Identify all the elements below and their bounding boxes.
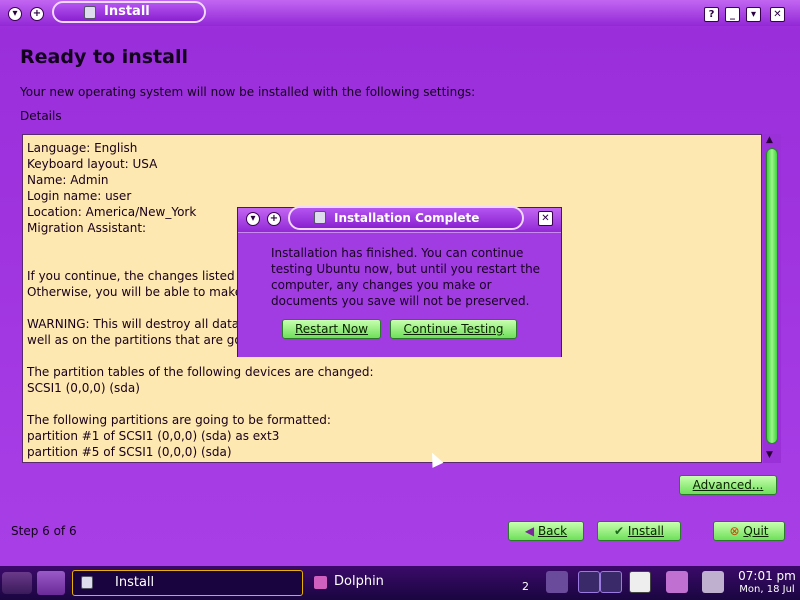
quit-icon: ⊗ (729, 524, 744, 538)
close-button[interactable]: ✕ (770, 7, 785, 22)
details-line: SCSI1 (0,0,0) (sda) (27, 381, 140, 395)
pager-icon[interactable] (578, 571, 600, 593)
dialog-titlebar: ▾ + Installation Complete ✕ (238, 206, 561, 232)
intro-text: Your new operating system will now be in… (20, 85, 476, 99)
clipboard-icon[interactable] (629, 571, 651, 593)
window-sticky-button[interactable]: + (30, 7, 44, 21)
details-line: The partition tables of the following de… (27, 365, 374, 379)
details-line: Language: English (27, 141, 138, 155)
back-arrow-icon: ◀ (524, 524, 538, 538)
dialog-body: Installation has finished. You can conti… (238, 232, 561, 357)
scroll-up-icon[interactable]: ▲ (766, 135, 773, 145)
clock-time: 07:01 pm (738, 569, 796, 583)
quit-button[interactable]: ⊗ Quit (713, 521, 785, 541)
details-line: partition #5 of SCSI1 (0,0,0) (sda) (27, 445, 232, 459)
details-line: partition #1 of SCSI1 (0,0,0) (sda) as e… (27, 429, 280, 443)
window-title: Install (104, 4, 150, 19)
back-button[interactable]: ◀ Back (508, 521, 584, 541)
installation-complete-dialog: ▾ + Installation Complete ✕ Installation… (237, 206, 562, 357)
page-title: Ready to install (20, 46, 188, 68)
shade-button[interactable]: ▾ (746, 7, 761, 22)
minimize-button[interactable]: _ (725, 7, 740, 22)
dialog-menu-button[interactable]: ▾ (246, 212, 260, 226)
continue-testing-button[interactable]: Continue Testing (390, 319, 517, 339)
step-indicator: Step 6 of 6 (11, 524, 77, 538)
dialog-sticky-button[interactable]: + (267, 212, 281, 226)
installer-icon (314, 211, 326, 224)
dialog-title: Installation Complete (334, 211, 480, 225)
dolphin-icon (314, 576, 327, 589)
details-label: Details (20, 109, 62, 123)
advanced-button[interactable]: Advanced... (679, 475, 777, 495)
mount-icon[interactable] (666, 571, 688, 593)
details-line (27, 396, 757, 412)
checkmark-icon: ✔ (614, 524, 628, 538)
window-menu-button[interactable]: ▾ (8, 7, 22, 21)
home-folder-icon[interactable] (37, 571, 65, 595)
window-title-pill[interactable]: Install (52, 1, 206, 23)
clock-date: Mon, 18 Jul (739, 584, 795, 595)
scroll-down-icon[interactable]: ▼ (766, 450, 773, 460)
details-line: Keyboard layout: USA (27, 157, 158, 171)
restart-now-button[interactable]: Restart Now (282, 319, 381, 339)
details-line: Login name: user (27, 189, 132, 203)
dialog-close-button[interactable]: ✕ (538, 211, 553, 226)
window-titlebar: ▾ + Install ? _ ▾ ✕ (0, 0, 800, 26)
installer-icon (84, 6, 96, 19)
details-line: Name: Admin (27, 173, 109, 187)
installer-icon (81, 576, 93, 589)
details-line: The following partitions are going to be… (27, 413, 331, 427)
network-icon[interactable] (546, 571, 568, 593)
tools-icon[interactable] (702, 571, 724, 593)
details-scrollbar[interactable]: ▲ ▼ (763, 134, 781, 463)
desktop-number[interactable]: 2 (522, 580, 529, 593)
pager-grid-icon[interactable] (600, 571, 622, 593)
task-dolphin[interactable]: Dolphin (306, 570, 516, 596)
task-install[interactable]: Install (72, 570, 303, 596)
taskbar: Install Dolphin 2 07:01 pm Mon, 18 Jul (0, 566, 800, 600)
dialog-message: Installation has finished. You can conti… (271, 246, 541, 308)
dialog-title-pill[interactable]: Installation Complete (288, 206, 524, 230)
scrollbar-thumb[interactable] (766, 148, 778, 444)
start-menu-icon[interactable] (2, 572, 32, 594)
clock[interactable]: 07:01 pm Mon, 18 Jul (736, 569, 798, 597)
help-button[interactable]: ? (704, 7, 719, 22)
install-button[interactable]: ✔ Install (597, 521, 681, 541)
